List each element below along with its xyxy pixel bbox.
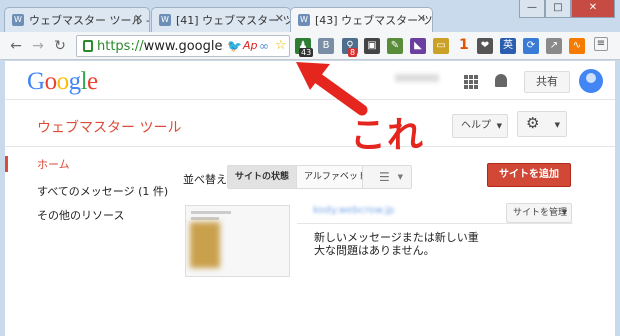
- twitter-icon[interactable]: 🐦: [227, 39, 242, 53]
- chart-extension-icon[interactable]: ◣: [410, 38, 426, 54]
- tab-title: [41] ウェブマスター ツー: [176, 14, 290, 27]
- address-bar[interactable]: https://www.google.co 🐦 Ap ∞ ☆: [76, 35, 290, 57]
- sort-by-status-button[interactable]: サイトの状態: [228, 166, 298, 188]
- notification-bell-icon[interactable]: [495, 74, 507, 87]
- nav-item-all-messages[interactable]: すべてのメッセージ (1 件): [5, 183, 168, 199]
- help-button[interactable]: ヘルプ ▼: [452, 114, 508, 138]
- apps-grid-icon[interactable]: [464, 75, 478, 89]
- chevron-down-icon: ▼: [562, 209, 567, 216]
- nav-item-home[interactable]: ホーム: [5, 156, 70, 172]
- close-icon[interactable]: ✕: [417, 12, 426, 25]
- help-label: ヘルプ: [461, 120, 491, 131]
- evernote-icon[interactable]: ✎: [387, 38, 403, 54]
- ap-extension-icon[interactable]: Ap: [243, 39, 258, 52]
- stats-extension-icon[interactable]: ∿: [569, 38, 585, 54]
- camera-icon[interactable]: ▣: [364, 38, 380, 54]
- close-icon[interactable]: ✕: [275, 12, 284, 25]
- graph-extension-icon[interactable]: ↗: [546, 38, 562, 54]
- menu-icon[interactable]: ≡: [594, 37, 608, 51]
- manage-site-button[interactable]: サイトを管理 ▼: [506, 203, 572, 223]
- refresh-extension-icon[interactable]: ⟳: [523, 38, 539, 54]
- gear-icon: ⚙: [526, 114, 540, 132]
- extension-badge: 8: [348, 48, 358, 57]
- sort-toggle: サイトの状態 アルファベット順: [227, 165, 384, 189]
- nav-item-other-resources[interactable]: その他のリソース: [5, 207, 124, 223]
- google-logo[interactable]: Google: [27, 68, 98, 96]
- webmaster-favicon-icon: W: [298, 14, 310, 26]
- tab-3-active[interactable]: W [43] ウェブマスター ツー ✕: [290, 7, 433, 33]
- lock-icon: [83, 40, 93, 52]
- ticket-extension-icon[interactable]: ▭: [433, 38, 449, 54]
- chevron-down-icon: ▼: [496, 122, 502, 130]
- webmaster-favicon-icon: W: [12, 14, 24, 26]
- browser-toolbar: ← → ↻ https://www.google.co 🐦 Ap ∞ ☆ ♟ 4…: [0, 32, 620, 60]
- maximize-button[interactable]: □: [545, 0, 571, 18]
- avatar[interactable]: [579, 69, 603, 93]
- url-host: www.google.co: [143, 39, 224, 54]
- forward-arrow-icon[interactable]: →: [30, 38, 46, 54]
- thumbnail-line: [191, 211, 231, 214]
- account-name-blurred: [395, 74, 439, 82]
- share-button[interactable]: 共有: [524, 71, 570, 93]
- url-scheme: https://: [97, 39, 144, 54]
- extension-badge: 43: [299, 48, 314, 57]
- reload-icon[interactable]: ↻: [52, 38, 68, 54]
- status-message: 新しいメッセージまたは新しい重大な問題はありません。: [314, 231, 479, 257]
- annotation-label: これ: [350, 115, 425, 156]
- site-thumbnail[interactable]: [185, 205, 290, 277]
- browser-window: W ウェブマスター ツール - ✕ W [41] ウェブマスター ツー ✕ W …: [0, 0, 620, 336]
- webmaster-favicon-icon: W: [159, 14, 171, 26]
- page-title: ウェブマスター ツール: [37, 120, 182, 136]
- add-site-button[interactable]: サイトを追加: [487, 163, 571, 187]
- counter-extension[interactable]: 1: [459, 37, 469, 53]
- manage-site-label: サイトを管理: [513, 208, 568, 218]
- list-view-icon: ☰: [379, 170, 390, 184]
- tab-title: ウェブマスター ツール -: [29, 14, 150, 27]
- sort-label: 並べ替え:: [183, 173, 231, 186]
- back-arrow-icon[interactable]: ←: [8, 38, 24, 54]
- close-icon[interactable]: ✕: [134, 12, 143, 25]
- dictionary-extension-icon[interactable]: 英: [500, 38, 516, 54]
- window-close-button[interactable]: ✕: [571, 0, 615, 18]
- link-icon[interactable]: ∞: [259, 39, 269, 53]
- window-controls: — □ ✕: [519, 0, 615, 20]
- pocket-icon[interactable]: ❤: [477, 38, 493, 54]
- header-divider: [5, 146, 615, 147]
- tab-2[interactable]: W [41] ウェブマスター ツー ✕: [151, 7, 291, 32]
- bookmark-extension-icon[interactable]: B: [318, 38, 334, 54]
- minimize-button[interactable]: —: [519, 0, 545, 18]
- tab-strip: W ウェブマスター ツール - ✕ W [41] ウェブマスター ツー ✕ W …: [0, 0, 620, 33]
- url-text[interactable]: https://www.google.co: [97, 39, 224, 54]
- bookmark-star-icon[interactable]: ☆: [275, 38, 287, 53]
- settings-button[interactable]: ⚙ ▼: [517, 111, 567, 137]
- thumbnail-image: [190, 222, 220, 268]
- site-divider: [297, 223, 573, 224]
- tab-1[interactable]: W ウェブマスター ツール - ✕: [4, 7, 150, 32]
- view-toggle-button[interactable]: ☰ ▼: [362, 165, 412, 189]
- chevron-down-icon: ▼: [397, 173, 403, 181]
- tab-title: [43] ウェブマスター ツー: [315, 14, 433, 27]
- thumbnail-line: [191, 217, 219, 220]
- site-url-link[interactable]: kody.webcrow.jp: [313, 205, 394, 216]
- chevron-down-icon: ▼: [554, 121, 560, 129]
